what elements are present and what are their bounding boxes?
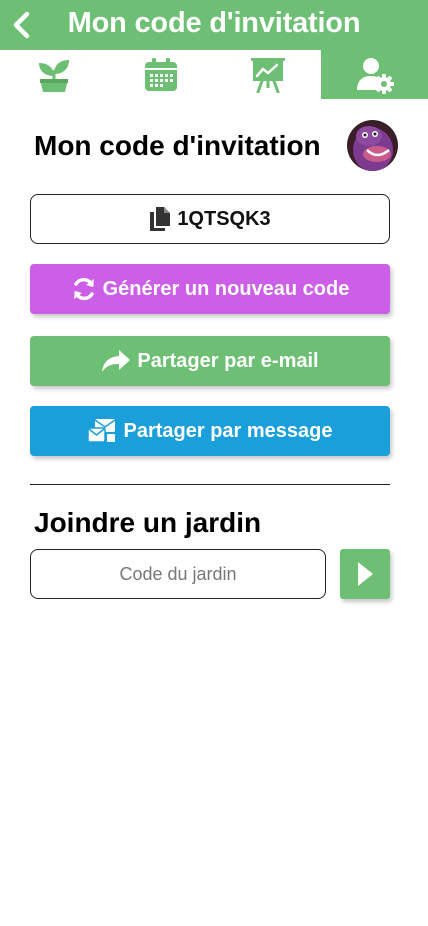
share-message-button[interactable]: Partager par message: [30, 406, 390, 456]
seedling-pot-icon: [38, 59, 69, 92]
invitation-code: 1QTSQK3: [177, 207, 271, 230]
copy-icon: [150, 207, 171, 231]
page-title: Mon code d'invitation: [67, 7, 361, 39]
share-email-label: Partager par e-mail: [137, 349, 319, 372]
refresh-icon: [73, 277, 94, 301]
invitation-code-box[interactable]: 1QTSQK3: [30, 194, 390, 244]
share-arrow-icon: [102, 350, 131, 372]
join-garden-button[interactable]: [340, 549, 390, 599]
avatar[interactable]: [347, 120, 398, 171]
tab-bar: [0, 50, 428, 99]
invitation-title: Mon code d'invitation: [34, 130, 321, 161]
calendar-icon: [144, 57, 177, 91]
chart-board-icon: [250, 57, 285, 93]
top-bar: Mon code d'invitation: [0, 0, 428, 50]
tab-calendar[interactable]: [107, 50, 214, 99]
tab-plants[interactable]: [0, 50, 107, 99]
mail-bulk-icon: [87, 419, 116, 443]
section-divider: [30, 484, 390, 485]
play-arrow-icon: [358, 562, 373, 586]
tab-statistics[interactable]: [214, 50, 321, 99]
garden-code-input[interactable]: [30, 549, 326, 599]
join-garden-title: Joindre un jardin: [34, 507, 262, 538]
generate-code-button[interactable]: Générer un nouveau code: [30, 264, 390, 314]
user-settings-icon: [356, 57, 394, 94]
share-message-label: Partager par message: [123, 419, 333, 442]
generate-code-label: Générer un nouveau code: [102, 277, 350, 300]
share-email-button[interactable]: Partager par e-mail: [30, 336, 390, 386]
tab-account[interactable]: [321, 50, 428, 99]
